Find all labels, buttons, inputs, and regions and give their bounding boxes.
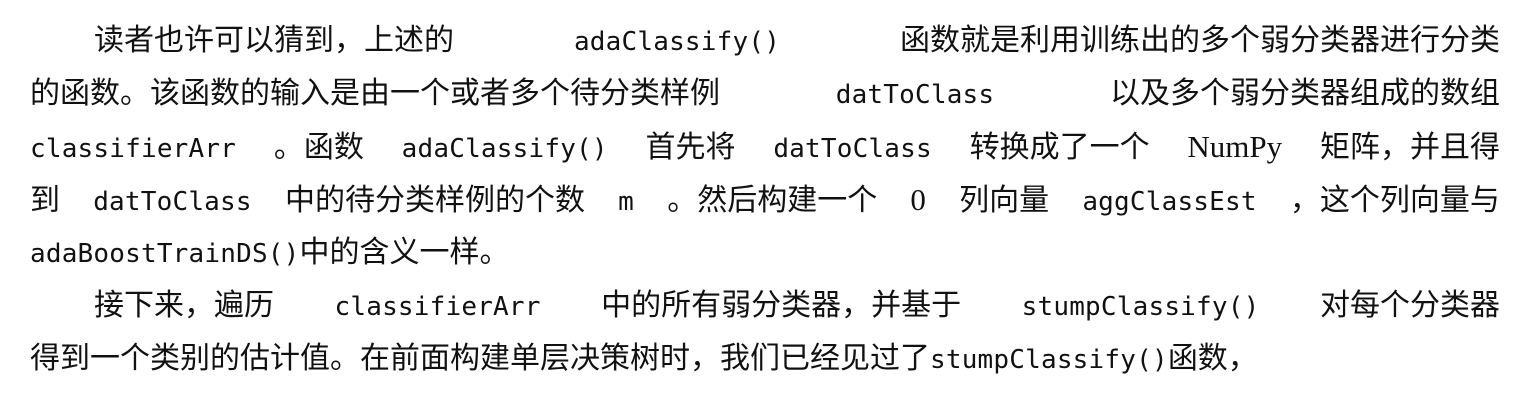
inline-code: stumpClassify() [1021,292,1260,322]
text-line: 的函数。该函数的输入是由一个或者多个待分类样例 datToClass 以及多个弱… [30,67,1500,120]
inline-code: adaClassify() [401,134,608,164]
text-run: 列向量 [959,183,1050,218]
top-margin [30,0,1500,14]
paragraph-ada-classify: 读者也许可以猜到，上述的 adaClassify() 函数就是利用训练出的多个弱… [30,14,1500,279]
text-run: 中的待分类样例的个数 [284,183,585,218]
text-run: 以及多个弱分类器组成的数组 [1109,76,1500,111]
text-line: adaBoostTrainDS() 中的含义一样。 [30,226,1500,279]
text-run: 中的所有弱分类器，并基于 [601,288,962,323]
text-run: 的函数。该函数的输入是由一个或者多个待分类样例 [30,76,720,111]
text-run: 。然后构建一个 [667,183,878,218]
inline-code: adaBoostTrainDS() [30,239,300,269]
text-run: 到 [30,183,60,218]
inline-code: aggClassEst [1082,187,1257,217]
inline-code: classifierArr [334,292,541,322]
text-run: 得到一个类别的估计值。在前面构建单层决策树时，我们已经见过了 [30,341,930,376]
text-run: 函数就是利用训练出的多个弱分类器进行分类 [900,23,1500,58]
text-line: 接下来，遍历 classifierArr 中的所有弱分类器，并基于 stumpC… [30,279,1500,332]
text-run: 首先将 [645,130,736,165]
text-line: 读者也许可以猜到，上述的 adaClassify() 函数就是利用训练出的多个弱… [30,14,1500,67]
text-line: classifierArr 。函数 adaClassify() 首先将 datT… [30,120,1500,173]
text-run: ，这个列向量与 [1289,183,1500,218]
paragraph-classifier-loop: 接下来，遍历 classifierArr 中的所有弱分类器，并基于 stumpC… [30,279,1500,385]
book-page: 读者也许可以猜到，上述的 adaClassify() 函数就是利用训练出的多个弱… [0,0,1534,404]
text-run: 对每个分类器 [1319,288,1500,323]
text-run: 中的含义一样。 [299,235,510,270]
inline-code: adaClassify() [573,27,781,57]
inline-code: stumpClassify() [930,345,1168,375]
latin-term: NumPy [1187,129,1283,164]
text-run: 。函数 [273,130,364,165]
text-line: 得到一个类别的估计值。在前面构建单层决策树时，我们已经见过了 stumpClas… [30,332,1500,385]
inline-code: datToClass [835,80,995,110]
inline-code: m [618,187,635,217]
latin-term: 0 [910,182,926,217]
inline-code: classifierArr [30,134,237,164]
text-run: 转换成了一个 [969,130,1150,165]
text-run: 矩阵，并且得 [1319,130,1500,165]
text-run: 接下来，遍历 [94,288,274,323]
inline-code: datToClass [773,134,932,164]
text-run: 读者也许可以猜到，上述的 [94,23,454,58]
text-line: 到 datToClass 中的待分类样例的个数 m 。然后构建一个 0 列向量 … [30,173,1500,226]
text-run: 函数， [1167,341,1258,376]
inline-code: datToClass [93,187,252,217]
